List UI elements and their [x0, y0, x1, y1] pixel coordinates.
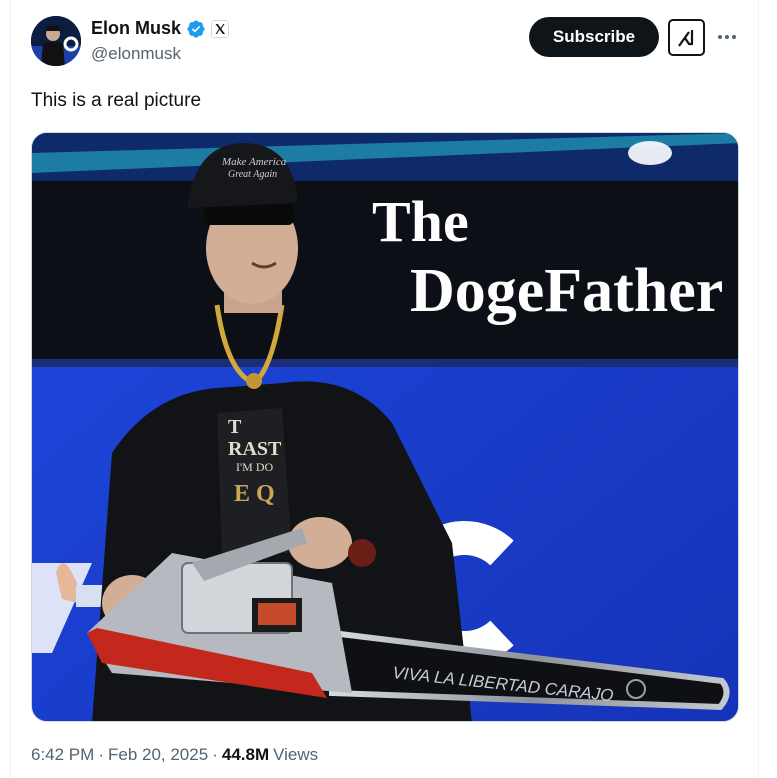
svg-text:I'M DO: I'M DO — [236, 460, 273, 474]
author-name[interactable]: Elon Musk — [91, 18, 230, 39]
verified-badge-icon — [186, 19, 206, 39]
banner-title-line2: DogeFather — [410, 257, 723, 325]
banner-title-line1: The — [372, 189, 469, 254]
avatar[interactable] — [31, 16, 81, 66]
svg-text:E Q: E Q — [234, 481, 275, 507]
tweet-media-image[interactable]: The DogeFather T RAST I'M DO E Q Make Am… — [31, 132, 739, 722]
tweet-text: This is a real picture — [31, 90, 202, 111]
grok-icon — [677, 29, 693, 47]
avatar-image — [31, 16, 81, 66]
svg-text:Great Again: Great Again — [228, 169, 277, 180]
svg-text:RAST: RAST — [228, 438, 282, 460]
tweet-date[interactable]: Feb 20, 2025 — [108, 745, 208, 765]
grok-button[interactable] — [668, 19, 705, 56]
more-options-button[interactable] — [714, 24, 740, 50]
svg-text:T: T — [228, 416, 242, 438]
svg-text:Make America: Make America — [221, 156, 287, 168]
media-photo: The DogeFather T RAST I'M DO E Q Make Am… — [32, 133, 738, 721]
views-count[interactable]: 44.8M — [222, 745, 269, 765]
views-label: Views — [273, 745, 319, 764]
meta-separator: · — [212, 745, 218, 764]
tweet-card: Elon Musk @elonmusk Subscribe This is a … — [0, 0, 777, 778]
author-handle[interactable]: @elonmusk — [91, 44, 181, 64]
subscribe-button[interactable]: Subscribe — [529, 17, 659, 57]
author-name-text: Elon Musk — [91, 18, 182, 38]
more-dots-icon — [718, 35, 736, 39]
tweet-time[interactable]: 6:42 PM — [31, 745, 94, 765]
x-logo-icon[interactable] — [211, 19, 230, 38]
tweet-meta: 6:42 PM · Feb 20, 2025 · 44.8M Views — [31, 745, 318, 765]
meta-separator: · — [98, 745, 104, 764]
